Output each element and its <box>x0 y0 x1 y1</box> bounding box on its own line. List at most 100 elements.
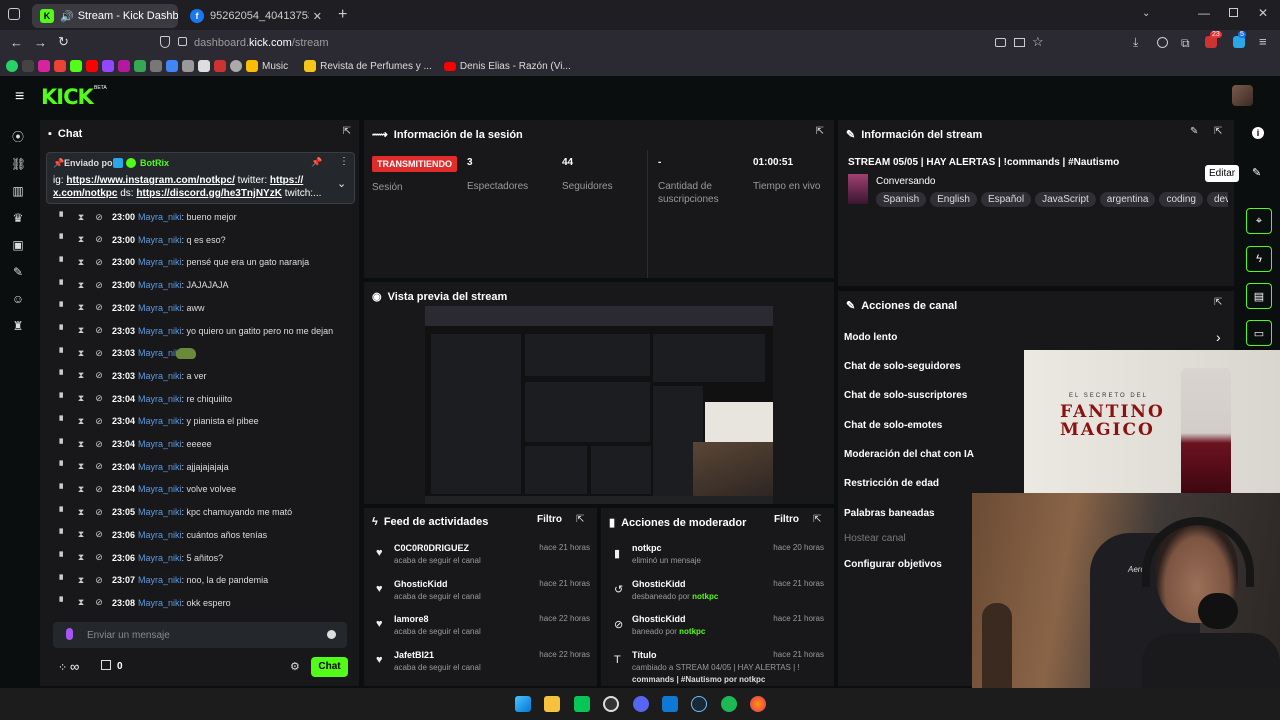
message-username[interactable]: Mayra_niki <box>138 507 182 517</box>
extensions-icon[interactable]: ⧉ <box>1181 36 1190 51</box>
forward-icon[interactable]: → <box>34 35 47 50</box>
timeout-icon[interactable]: ⧗ <box>76 484 86 495</box>
tab-kick-dashboard[interactable]: K 🔊 Stream - Kick Dashboard ✕ <box>32 4 178 28</box>
tab-facebook-image[interactable]: f 95262054_4041375389220813_... ✕ <box>182 4 330 28</box>
timeout-icon[interactable]: ⧗ <box>76 280 86 291</box>
info-icon[interactable]: i <box>1252 127 1264 139</box>
message-username[interactable]: Mayra_niki <box>138 371 182 381</box>
line-app-icon[interactable] <box>574 696 590 712</box>
perfume-bookmark-icon[interactable] <box>304 60 317 72</box>
gift-icon[interactable] <box>101 660 111 670</box>
mod-filter-button[interactable]: Filtro <box>774 514 799 525</box>
slow-mode-toggle[interactable]: Modo lento <box>844 332 897 343</box>
broadcast-icon[interactable]: ⦿ <box>11 130 25 144</box>
ban-icon[interactable]: ⊘ <box>94 461 104 472</box>
timeout-icon[interactable]: ⧗ <box>76 552 86 563</box>
host-channel-button[interactable]: Hostear canal <box>844 533 906 544</box>
account-icon[interactable] <box>1157 37 1168 48</box>
discord-icon[interactable] <box>633 696 649 712</box>
tab-overflow-chevron-icon[interactable]: ⌄ <box>1142 8 1150 19</box>
camera-action-icon[interactable]: ⌖ <box>1246 208 1272 234</box>
microphone-icon[interactable] <box>66 628 73 640</box>
message-username[interactable]: Mayra_niki <box>138 575 182 585</box>
moderator-icon[interactable]: ♜ <box>11 319 25 333</box>
timeout-icon[interactable]: ⧗ <box>76 257 86 268</box>
ban-icon[interactable]: ⊘ <box>94 507 104 518</box>
pinned-user[interactable]: BotRix <box>140 158 169 168</box>
chat-message[interactable]: ▘⧗⊘23:03Mayra_niki: <box>58 345 185 361</box>
ban-icon[interactable]: ⊘ <box>94 439 104 450</box>
x-bookmark-icon[interactable] <box>22 60 34 72</box>
followers-only-toggle[interactable]: Chat de solo-seguidores <box>844 361 961 372</box>
twitch-bookmark-icon[interactable] <box>102 60 114 72</box>
bookmark-icon[interactable] <box>198 60 210 72</box>
chat-message[interactable]: ▘ ⧗ ⊘ 23:00 Mayra_niki: JAJAJAJA <box>58 277 229 293</box>
tag[interactable]: coding <box>1159 192 1203 207</box>
address-bar[interactable]: dashboard. kick.com/stream <box>152 32 1052 54</box>
pinterest-bookmark-icon[interactable] <box>118 60 130 72</box>
ban-icon[interactable]: ⊘ <box>94 393 104 404</box>
chat-message[interactable]: ▘ ⧗ ⊘ 23:00 Mayra_niki: bueno mejor <box>58 209 237 225</box>
bookmark-music[interactable]: Music <box>262 61 288 72</box>
timeout-icon[interactable]: ⧗ <box>76 370 86 381</box>
unpin-icon[interactable]: 📌 <box>311 157 322 168</box>
kick-logo[interactable]: KICK <box>41 85 94 109</box>
new-tab-button[interactable]: + <box>338 6 347 24</box>
youtube-bookmark-icon[interactable] <box>86 60 98 72</box>
stream-preview-video[interactable] <box>425 306 773 504</box>
delete-icon[interactable]: ▘ <box>58 507 68 518</box>
more-options-icon[interactable]: ⋮ <box>339 156 349 167</box>
timeout-icon[interactable]: ⧗ <box>76 302 86 313</box>
delete-icon[interactable]: ▘ <box>58 234 68 245</box>
delete-icon[interactable]: ▘ <box>58 302 68 313</box>
set-goals-button[interactable]: Configurar objetivos <box>844 559 942 570</box>
popout-icon[interactable]: ⇱ <box>576 514 584 525</box>
mod-action-target[interactable]: GhosticKidd <box>632 579 686 589</box>
menu-icon[interactable]: ≡ <box>1259 34 1267 49</box>
delete-icon[interactable]: ▘ <box>58 257 68 268</box>
message-username[interactable]: Mayra_niki <box>138 553 182 563</box>
ai-moderation-toggle[interactable]: Moderación del chat con IA <box>844 449 974 460</box>
timeout-icon[interactable]: ⧗ <box>76 575 86 586</box>
file-explorer-icon[interactable] <box>544 696 560 712</box>
message-username[interactable]: Mayra_niki <box>138 303 182 313</box>
video-icon[interactable]: ▣ <box>11 238 25 252</box>
emoji-icon[interactable] <box>327 630 336 639</box>
chevron-right-icon[interactable]: › <box>1216 329 1221 345</box>
back-icon[interactable]: ← <box>10 35 23 50</box>
hamburger-menu-icon[interactable]: ≡ <box>15 88 24 106</box>
restore-button[interactable] <box>1229 8 1238 17</box>
message-username[interactable]: Mayra_niki <box>138 484 182 494</box>
firefox-icon[interactable] <box>750 696 766 712</box>
chat-message[interactable]: ▘ ⧗ ⊘ 23:05 Mayra_niki: kpc chamuyando me ma… <box>58 504 293 520</box>
screenshot-icon[interactable] <box>995 38 1006 47</box>
ban-icon[interactable]: ⊘ <box>94 325 104 336</box>
delete-icon[interactable]: ▘ <box>58 439 68 450</box>
timeout-icon[interactable]: ⧗ <box>76 461 86 472</box>
chat-message[interactable]: ▘ ⧗ ⊘ 23:00 Mayra_niki: pensé que era un gat… <box>58 254 310 270</box>
pinned-link[interactable]: https:// <box>270 175 303 186</box>
subscribers-only-toggle[interactable]: Chat de solo-suscriptores <box>844 390 967 401</box>
message-username[interactable]: Mayra_niki <box>138 212 182 222</box>
delete-icon[interactable]: ▘ <box>58 461 68 472</box>
delete-icon[interactable]: ▘ <box>58 416 68 427</box>
edit-pencil-icon[interactable]: ✎ <box>1252 166 1261 179</box>
pinned-link[interactable]: https://discord.gg/he3TnjNYzK <box>136 188 282 199</box>
category-name[interactable]: Conversando <box>876 176 935 187</box>
chat-message[interactable]: ▘ ⧗ ⊘ 23:04 Mayra_niki: y pianista el pibee <box>58 413 259 429</box>
popout-icon[interactable]: ⇱ <box>1214 297 1222 308</box>
popout-icon[interactable]: ⇱ <box>1214 126 1222 137</box>
delete-icon[interactable]: ▘ <box>58 393 68 404</box>
windows-start-icon[interactable] <box>515 696 531 712</box>
popout-icon[interactable]: ⇱ <box>343 126 351 137</box>
activity-user[interactable]: GhosticKidd <box>394 579 448 589</box>
delete-icon[interactable]: ▘ <box>58 597 68 608</box>
timeout-icon[interactable]: ⧗ <box>76 439 86 450</box>
instagram-bookmark-icon[interactable] <box>38 60 50 72</box>
chat-message[interactable]: ▘ ⧗ ⊘ 23:06 Mayra_niki: cuántos años tenías <box>58 527 268 543</box>
ban-icon[interactable]: ⊘ <box>94 212 104 223</box>
delete-icon[interactable]: ▘ <box>58 348 68 359</box>
chat-icon[interactable]: ▭ <box>1246 320 1272 346</box>
ban-icon[interactable]: ⊘ <box>94 348 104 359</box>
chat-message[interactable]: ▘ ⧗ ⊘ 23:04 Mayra_niki: volve volvee <box>58 481 237 497</box>
